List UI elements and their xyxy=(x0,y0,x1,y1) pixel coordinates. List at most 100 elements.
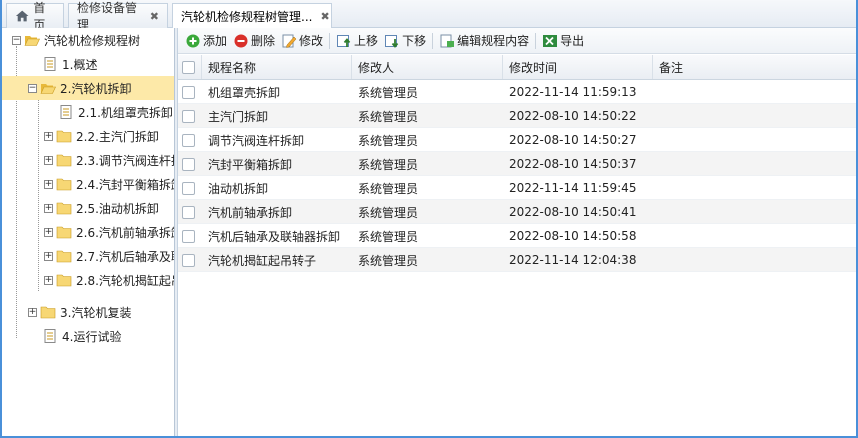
tree-label: 2.2.主汽门拆卸 xyxy=(76,129,159,144)
tree-item-2-3[interactable]: + 2.3.调节汽阀连杆拆 xyxy=(2,148,174,172)
column-header-time[interactable]: 修改时间 xyxy=(503,55,653,79)
cell-user: 系统管理员 xyxy=(358,181,419,196)
tree-label: 2.6.汽机前轴承拆卸 xyxy=(76,225,175,240)
row-checkbox[interactable] xyxy=(182,85,195,99)
tree-root[interactable]: − 汽轮机检修规程树 xyxy=(2,28,174,52)
row-select-cell xyxy=(178,152,202,176)
expand-icon[interactable]: + xyxy=(44,203,53,213)
row-checkbox[interactable] xyxy=(182,253,195,267)
tree-item-disassembly[interactable]: − 2.汽轮机拆卸 xyxy=(2,76,174,100)
cell-time: 2022-11-14 12:04:38 xyxy=(509,253,637,267)
row-checkbox[interactable] xyxy=(182,133,195,147)
delete-button[interactable]: 删除 xyxy=(230,30,278,52)
cell-time: 2022-08-10 14:50:37 xyxy=(509,157,637,171)
document-icon xyxy=(60,105,72,119)
move-up-icon xyxy=(337,34,351,47)
move-up-button[interactable]: 上移 xyxy=(333,30,381,52)
collapse-icon[interactable]: − xyxy=(12,35,21,45)
cell-user: 系统管理员 xyxy=(358,109,419,124)
tree-item-reassembly[interactable]: + 3.汽轮机复装 xyxy=(2,300,174,324)
cell-time: 2022-08-10 14:50:27 xyxy=(509,133,637,147)
tree-item-2-5[interactable]: + 2.5.油动机拆卸 xyxy=(2,196,174,220)
row-select-cell xyxy=(178,200,202,224)
procedure-grid: 规程名称 修改人 修改时间 备注 机组罩壳拆卸 系统管理员 2022-11-14 1… xyxy=(178,55,856,436)
edit-content-button[interactable]: 编辑规程内容 xyxy=(436,30,532,52)
collapse-icon[interactable]: − xyxy=(28,83,37,93)
folder-icon xyxy=(56,202,72,215)
excel-icon xyxy=(543,34,558,47)
tree-item-2-8[interactable]: + 2.8.汽轮机揭缸起吊 xyxy=(2,268,174,292)
cell-name: 汽机后轴承及联轴器拆卸 xyxy=(208,229,341,244)
tab-label: 汽轮机检修规程树管理... xyxy=(181,10,313,24)
tab-home[interactable]: 首页 xyxy=(6,1,64,32)
tree-label: 3.汽轮机复装 xyxy=(60,305,132,320)
expand-icon[interactable]: + xyxy=(44,251,53,261)
folder-icon xyxy=(56,130,72,143)
table-row[interactable]: 油动机拆卸 系统管理员 2022-11-14 11:59:45 xyxy=(178,176,856,200)
cell-time: 2022-11-14 11:59:13 xyxy=(509,85,637,99)
tree-item-test-run[interactable]: 4.运行试验 xyxy=(2,324,174,348)
toolbar-separator xyxy=(329,32,331,49)
row-checkbox[interactable] xyxy=(182,157,195,171)
table-row[interactable]: 汽轮机揭缸起吊转子 系统管理员 2022-11-14 12:04:38 xyxy=(178,248,856,272)
tree-label: 汽轮机检修规程树 xyxy=(44,33,141,48)
row-checkbox[interactable] xyxy=(182,181,195,195)
select-all-cell xyxy=(178,55,202,79)
tree-label: 2.4.汽封平衡箱拆卸 xyxy=(76,177,175,192)
expand-icon[interactable]: + xyxy=(28,307,37,317)
expand-icon[interactable]: + xyxy=(44,131,53,141)
cell-user: 系统管理员 xyxy=(358,205,419,220)
tab-equipment[interactable]: 检修设备管理 ✖ xyxy=(68,1,168,32)
add-button[interactable]: 添加 xyxy=(182,30,230,52)
tree-label: 2.1.机组罩壳拆卸 xyxy=(78,105,173,120)
edit-icon xyxy=(282,34,297,48)
cell-time: 2022-08-10 14:50:58 xyxy=(509,229,637,243)
table-row[interactable]: 调节汽阀连杆拆卸 系统管理员 2022-08-10 14:50:27 xyxy=(178,128,856,152)
expand-icon[interactable]: + xyxy=(44,179,53,189)
expand-icon[interactable]: + xyxy=(44,155,53,165)
column-header-name[interactable]: 规程名称 xyxy=(202,55,352,79)
column-label: 规程名称 xyxy=(208,60,257,75)
tree-item-overview[interactable]: 1.概述 xyxy=(2,52,174,76)
table-row[interactable]: 主汽门拆卸 系统管理员 2022-08-10 14:50:22 xyxy=(178,104,856,128)
tab-procedure-tree[interactable]: 汽轮机检修规程树管理... ✖ xyxy=(172,3,332,29)
edit-content-icon xyxy=(440,34,455,47)
column-header-note[interactable]: 备注 xyxy=(653,55,856,79)
row-checkbox[interactable] xyxy=(182,109,195,123)
folder-icon xyxy=(40,306,56,319)
cell-note xyxy=(653,152,856,176)
tree-item-2-4[interactable]: + 2.4.汽封平衡箱拆卸 xyxy=(2,172,175,196)
tree-item-2-7[interactable]: + 2.7.汽机后轴承及联 xyxy=(2,244,175,268)
cell-name: 汽轮机揭缸起吊转子 xyxy=(208,253,317,268)
tree-item-2-1[interactable]: 2.1.机组罩壳拆卸 xyxy=(2,100,174,124)
delete-icon xyxy=(234,34,248,47)
cell-name: 油动机拆卸 xyxy=(208,181,269,196)
tree-item-2-2[interactable]: + 2.2.主汽门拆卸 xyxy=(2,124,174,148)
select-all-checkbox[interactable] xyxy=(182,60,195,74)
expand-icon[interactable]: + xyxy=(44,275,53,285)
row-checkbox[interactable] xyxy=(182,205,195,219)
tree-label: 2.7.汽机后轴承及联 xyxy=(76,249,175,264)
row-checkbox[interactable] xyxy=(182,229,195,243)
table-row[interactable]: 汽封平衡箱拆卸 系统管理员 2022-08-10 14:50:37 xyxy=(178,152,856,176)
tree-item-2-6[interactable]: + 2.6.汽机前轴承拆卸 xyxy=(2,220,175,244)
expand-icon[interactable]: + xyxy=(44,227,53,237)
column-header-user[interactable]: 修改人 xyxy=(352,55,503,79)
row-select-cell xyxy=(178,104,202,128)
move-up-label: 上移 xyxy=(354,34,379,48)
close-icon[interactable]: ✖ xyxy=(320,10,329,23)
close-icon[interactable]: ✖ xyxy=(150,10,159,23)
cell-user: 系统管理员 xyxy=(358,157,419,172)
table-row[interactable]: 汽机后轴承及联轴器拆卸 系统管理员 2022-08-10 14:50:58 xyxy=(178,224,856,248)
folder-icon xyxy=(56,274,72,287)
edit-button[interactable]: 修改 xyxy=(278,30,326,52)
cell-time: 2022-08-10 14:50:41 xyxy=(509,205,637,219)
export-button[interactable]: 导出 xyxy=(539,30,587,52)
move-down-icon xyxy=(385,34,399,48)
table-row[interactable]: 汽机前轴承拆卸 系统管理员 2022-08-10 14:50:41 xyxy=(178,200,856,224)
move-down-button[interactable]: 下移 xyxy=(381,30,429,52)
tree-label: 1.概述 xyxy=(62,57,98,72)
cell-name: 机组罩壳拆卸 xyxy=(208,85,281,100)
table-row[interactable]: 机组罩壳拆卸 系统管理员 2022-11-14 11:59:13 xyxy=(178,80,856,104)
toolbar-separator xyxy=(432,32,434,49)
